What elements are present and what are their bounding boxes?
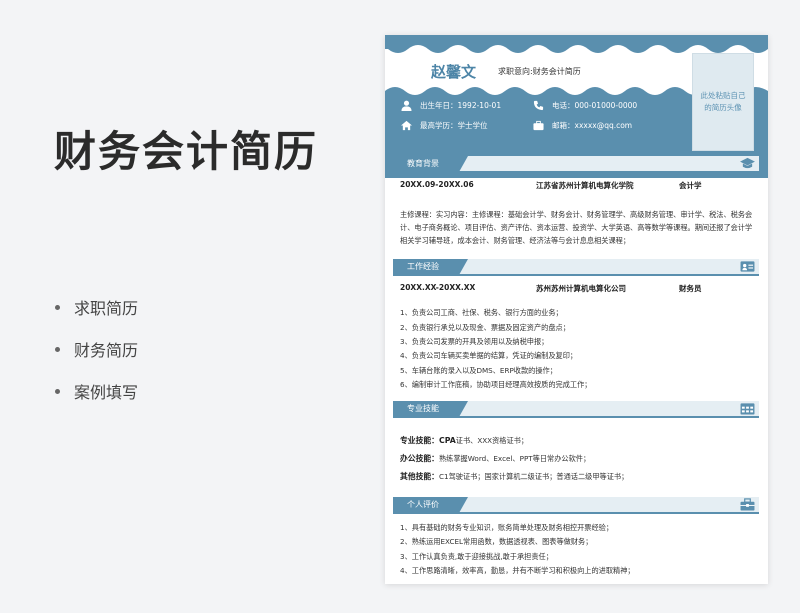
education-level-info: 最高学历：学士学位 xyxy=(401,120,488,131)
section-label: 工作经验 xyxy=(407,262,439,271)
birth-info: 出生年日：1992-10-01 xyxy=(401,100,501,111)
skill-text: C1驾驶证书；国家计算机二级证书；普通话二级甲等证书； xyxy=(438,472,629,481)
section-divider xyxy=(393,512,759,514)
education-major: 会计学 xyxy=(679,181,702,190)
section-header-work: 工作经验 xyxy=(393,259,759,276)
phone-text: 电话：000-01000-0000 xyxy=(552,101,638,110)
id-card-icon xyxy=(740,261,755,272)
job-intent: 求职意向:财务会计简历 xyxy=(498,67,581,76)
work-company: 苏州苏州计算机电算化公司 xyxy=(536,284,626,293)
work-duty: 1、负责公司工商、社保、税务、银行方面的业务； xyxy=(400,308,563,317)
section-divider xyxy=(393,274,759,276)
bullet-dot xyxy=(55,388,60,394)
photo-placeholder: 此处粘贴自己的简历头像 xyxy=(692,53,754,151)
skill-name: 其他技能： xyxy=(400,472,439,481)
evaluation-item: 1、具有基础的财务专业知识，账务简单处理及财务相控开票经验； xyxy=(400,523,614,532)
bullet-label: 求职简历 xyxy=(74,299,139,318)
section-label: 专业技能 xyxy=(407,404,439,413)
bullet-item: 求职简历 xyxy=(55,286,138,328)
section-header-education: 教育背景 xyxy=(393,156,759,173)
work-position: 财务员 xyxy=(679,284,702,293)
work-duty: 5、车辆台账的录入以及DMS、ERP收款的操作； xyxy=(400,366,557,375)
work-duty: 2、负责银行承兑以及现金、票据及固定资产的盘点； xyxy=(400,323,570,332)
birth-text: 出生年日：1992-10-01 xyxy=(420,101,502,110)
user-icon xyxy=(401,100,412,111)
calendar-icon xyxy=(740,403,755,415)
work-duty: 4、负责公司车辆买卖单据的结算，凭证的编制及复印； xyxy=(400,351,578,360)
bullet-label: 案例填写 xyxy=(74,383,139,402)
resume-top-bar xyxy=(385,35,768,43)
skill-name: 专业技能： xyxy=(400,436,439,445)
evaluation-item: 4、工作思路清晰，效率高，勤恳，并有不断学习和积极向上的进取精神； xyxy=(400,566,635,575)
briefcase-icon xyxy=(533,120,544,131)
slide-title: 财务会计简历 xyxy=(54,127,319,176)
work-duty: 6、编制审计工作底稿，协助项目经理高效按质的完成工作； xyxy=(400,380,592,389)
toolbox-icon xyxy=(740,498,755,511)
candidate-name: 赵馨文 xyxy=(431,63,477,81)
phone-info: 电话：000-01000-0000 xyxy=(533,100,637,111)
evaluation-item: 2、熟练运用EXCEL常用函数，数据透视表、图表等做财务； xyxy=(400,537,593,546)
skill-text: 证书、XXX资格证书； xyxy=(455,436,529,445)
email-text: 邮箱：xxxxx@qq.com xyxy=(552,121,633,130)
skill-row: 其他技能：C1驾驶证书；国家计算机二级证书；普通话二级甲等证书； xyxy=(400,471,628,482)
resume-page: 赵馨文 求职意向:财务会计简历 此处粘贴自己的简历头像 出生年日：1992-10… xyxy=(385,35,768,584)
section-label: 教育背景 xyxy=(407,159,439,168)
graduation-cap-icon xyxy=(740,157,755,169)
email-info: 邮箱：xxxxx@qq.com xyxy=(533,120,632,131)
education-level-text: 最高学历：学士学位 xyxy=(420,121,488,130)
work-date: 20XX.XX-20XX.XX xyxy=(400,283,476,292)
bullet-dot xyxy=(55,304,60,310)
bullet-label: 财务简历 xyxy=(74,341,139,360)
bullet-list: 求职简历 财务简历 案例填写 xyxy=(55,286,138,412)
education-courses: 主修课程：实习内容：主修课程：基础会计学、财务会计、财务管理学、高级财务管理、审… xyxy=(400,210,753,245)
graduation-icon xyxy=(401,120,412,131)
bullet-dot xyxy=(55,346,60,352)
section-divider xyxy=(393,171,759,173)
skill-name: 办公技能： xyxy=(400,454,439,463)
section-divider xyxy=(393,416,759,418)
bullet-item: 财务简历 xyxy=(55,328,138,370)
skill-text: 熟练掌握Word、Excel、PPT等日常办公软件； xyxy=(438,454,591,463)
evaluation-item: 3、工作认真负责,敢于迎接挑战,敢于承担责任； xyxy=(400,552,553,561)
skill-row: 办公技能：熟练掌握Word、Excel、PPT等日常办公软件； xyxy=(400,453,590,464)
phone-icon xyxy=(533,100,544,111)
section-label: 个人评价 xyxy=(407,500,439,509)
section-header-evaluation: 个人评价 xyxy=(393,497,759,514)
bullet-item: 案例填写 xyxy=(55,370,138,412)
skill-row: 专业技能：CPA证书、XXX资格证书； xyxy=(400,435,528,446)
section-header-skills: 专业技能 xyxy=(393,401,759,418)
skill-highlight: CPA xyxy=(438,436,456,445)
education-date: 20XX.09-20XX.06 xyxy=(400,180,474,189)
education-school: 江苏省苏州计算机电算化学院 xyxy=(536,181,634,190)
work-duty: 3、负责公司发票的开具及领用以及纳税申报； xyxy=(400,337,549,346)
